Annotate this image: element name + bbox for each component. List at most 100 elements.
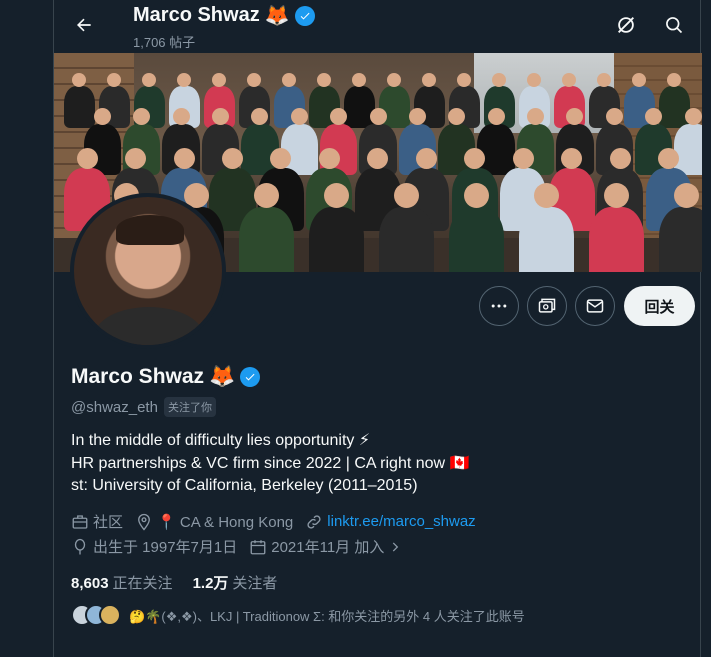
back-arrow-icon (77, 18, 91, 32)
banner-person-head (76, 148, 98, 169)
banner-person-head (352, 73, 367, 87)
banner-person-body (659, 206, 702, 272)
briefcase-icon (72, 514, 88, 529)
joined-item[interactable]: 2021年11月 加入 (249, 536, 402, 557)
banner-person-head (645, 108, 663, 125)
banner-person-head (212, 108, 229, 125)
follows-you-badge: 关注了你 (163, 397, 216, 417)
banner-person-head (317, 73, 332, 87)
follow-stats: 8,603 正在关注 1.2万 关注者 (71, 572, 277, 593)
location-item: 📍 CA & Hong Kong (135, 513, 293, 531)
more-button[interactable] (479, 286, 519, 326)
avatar-hair (116, 215, 184, 245)
chevron-right-icon (393, 541, 399, 552)
search-button[interactable] (656, 7, 692, 43)
banner-person-body (674, 124, 702, 176)
banner-person-head (408, 108, 426, 125)
followers-count: 1.2万 (192, 575, 229, 592)
banner-person-head (173, 148, 195, 169)
link-item[interactable]: linktr.ee/marco_shwaz (305, 513, 476, 531)
banner-person-head (609, 148, 631, 169)
banner-person-body (379, 206, 434, 272)
banner-person-body (449, 206, 504, 272)
fox-emoji: 🦊 (209, 365, 236, 388)
search-icon (666, 17, 683, 34)
link-icon (307, 514, 321, 529)
banner-person-body (239, 206, 294, 272)
banner-person-head (212, 73, 227, 87)
banner-person-head (290, 108, 308, 125)
handle-row: @shwaz_eth 关注了你 (71, 397, 216, 417)
profile-meta-row: 出生于 1997年7月1日 2021年11月 加入 (71, 536, 414, 557)
follower-avatar (99, 604, 121, 626)
banner-person-head (177, 73, 192, 87)
banner-person-body (659, 86, 690, 129)
header-title: Marco Shwaz 🦊 (133, 3, 315, 28)
banner-person-head (487, 108, 505, 125)
follow-back-button[interactable]: 回关 (624, 286, 695, 326)
birthday-text: 出生于 1997年7月1日 (93, 539, 238, 556)
banner-person-head (282, 73, 297, 87)
banner-person-body (309, 206, 364, 272)
grok-button[interactable] (608, 7, 644, 43)
profile-name: Marco Shwaz 🦊 (71, 365, 261, 389)
banner-person-head (125, 148, 147, 169)
profile-link[interactable]: linktr.ee/marco_shwaz (327, 513, 475, 530)
known-followers[interactable]: 🤔🌴(❖,❖)、LKJ | Traditionow Σ: 和你关注的另外 4 人… (71, 604, 525, 626)
banner-person-head (394, 183, 419, 208)
followers-stat[interactable]: 1.2万 关注者 (193, 572, 278, 593)
following-label: 正在关注 (112, 575, 173, 592)
banner-person-head (324, 183, 349, 208)
header-name: Marco Shwaz (133, 4, 260, 26)
grok-icon (618, 17, 634, 33)
banner-person-head (254, 183, 279, 208)
banner-person-head (534, 183, 559, 208)
banner-person-head (604, 183, 629, 208)
profile-avatar[interactable] (70, 193, 226, 349)
profile-column: Marco Shwaz 🦊 1,706 帖子 回关 Marco Shwaz 🦊 … (53, 0, 702, 657)
banner-person-head (422, 73, 437, 87)
balloon-icon (74, 538, 86, 554)
followers-label: 关注者 (232, 575, 278, 592)
banner-person-head (172, 108, 190, 125)
banner-person-head (464, 183, 489, 208)
profile-bio: In the middle of difficulty lies opportu… (71, 430, 469, 498)
posts-count: 1,706 帖子 (133, 35, 196, 50)
banner-person-head (369, 108, 387, 125)
following-count: 8,603 (71, 575, 109, 592)
subscribe-button[interactable] (527, 286, 567, 326)
bio-line: In the middle of difficulty lies opportu… (71, 432, 371, 449)
message-button[interactable] (575, 286, 615, 326)
banner-person-body (589, 206, 644, 272)
calendar-icon (250, 539, 266, 554)
banner-person-head (142, 73, 157, 87)
banner-person-head (247, 73, 262, 87)
banner-person-body (64, 86, 95, 129)
banner-person-head (330, 108, 348, 125)
subscribe-icon (538, 298, 556, 313)
back-button[interactable] (66, 7, 102, 43)
banner-person-head (415, 148, 437, 169)
bio-line: st: University of California, Berkeley (… (71, 477, 418, 494)
profile-meta-row: 社区 📍 CA & Hong Kong linktr.ee/marco_shwa… (71, 511, 488, 532)
banner-person-head (527, 108, 544, 125)
following-stat[interactable]: 8,603 正在关注 (71, 572, 173, 593)
banner-person-head (684, 108, 702, 125)
avatar-shirt (94, 307, 204, 345)
banner-person-head (512, 148, 534, 169)
top-bar: Marco Shwaz 🦊 1,706 帖子 (54, 0, 702, 53)
category-item: 社区 (71, 511, 123, 532)
banner-person-head (457, 73, 472, 87)
profile-handle: @shwaz_eth (71, 398, 158, 416)
banner-person-body (344, 86, 375, 129)
verified-badge-icon (294, 5, 315, 26)
bio-line: HR partnerships & VC firm since 2022 | C… (71, 454, 470, 472)
category-text: 社区 (93, 514, 124, 531)
banner-person-head (221, 148, 243, 169)
banner-person-body (519, 206, 574, 272)
profile-display-name: Marco Shwaz (71, 365, 205, 388)
banner-person-head (658, 148, 680, 169)
banner-person-head (318, 148, 340, 169)
joined-text: 2021年11月 加入 (271, 539, 385, 556)
verified-badge-icon[interactable] (240, 367, 261, 387)
